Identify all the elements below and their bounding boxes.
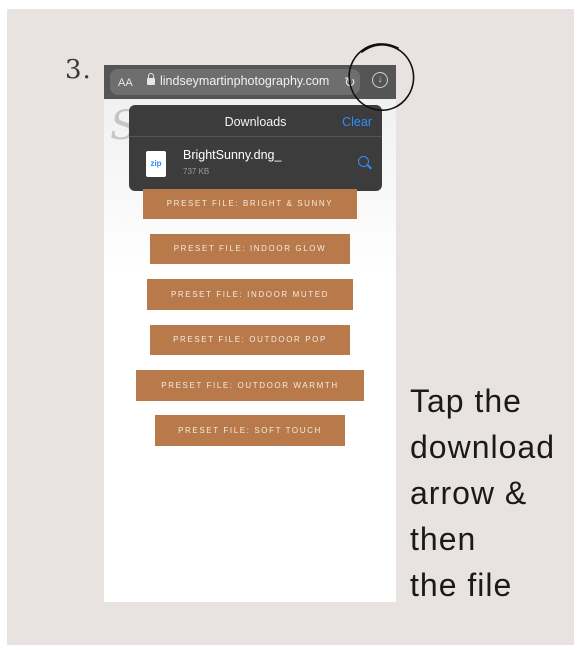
file-type-badge: zip bbox=[150, 159, 162, 168]
zip-file-icon[interactable]: zip bbox=[146, 151, 166, 177]
step-number: 3. bbox=[65, 55, 92, 85]
highlight-circle bbox=[348, 43, 415, 112]
phone-screenshot: S AA lindseymartinphotography.com ↻ ↓ Do… bbox=[104, 65, 396, 602]
preset-button-bright-sunny[interactable]: PRESET FILE: BRIGHT & SUNNY bbox=[143, 189, 357, 219]
caption-line: arrow & bbox=[410, 475, 528, 511]
magnifier-icon[interactable] bbox=[358, 156, 369, 167]
preset-button-outdoor-pop[interactable]: PRESET FILE: OUTDOOR POP bbox=[150, 325, 350, 355]
downloaded-file-size: 737 KB bbox=[183, 167, 210, 176]
url-text[interactable]: lindseymartinphotography.com bbox=[160, 74, 329, 88]
caption-line: the file bbox=[410, 567, 513, 603]
caption-line: then bbox=[410, 521, 477, 557]
caption-line: Tap the bbox=[410, 383, 522, 419]
lock-icon bbox=[147, 73, 155, 86]
downloaded-file-name[interactable]: BrightSunny.dng_ bbox=[183, 148, 281, 162]
preset-button-indoor-muted[interactable]: PRESET FILE: INDOOR MUTED bbox=[147, 279, 353, 310]
caption-line: download bbox=[410, 429, 555, 465]
preset-button-outdoor-warmth[interactable]: PRESET FILE: OUTDOOR WARMTH bbox=[136, 370, 364, 401]
preset-button-soft-touch[interactable]: PRESET FILE: SOFT TOUCH bbox=[155, 415, 345, 446]
text-size-button[interactable]: AA bbox=[118, 77, 133, 89]
address-bar[interactable]: AA lindseymartinphotography.com ↻ bbox=[110, 69, 360, 95]
preset-button-indoor-glow[interactable]: PRESET FILE: INDOOR GLOW bbox=[150, 234, 350, 264]
instruction-caption: Tap the download arrow & then the file bbox=[410, 378, 555, 608]
divider bbox=[129, 136, 382, 137]
